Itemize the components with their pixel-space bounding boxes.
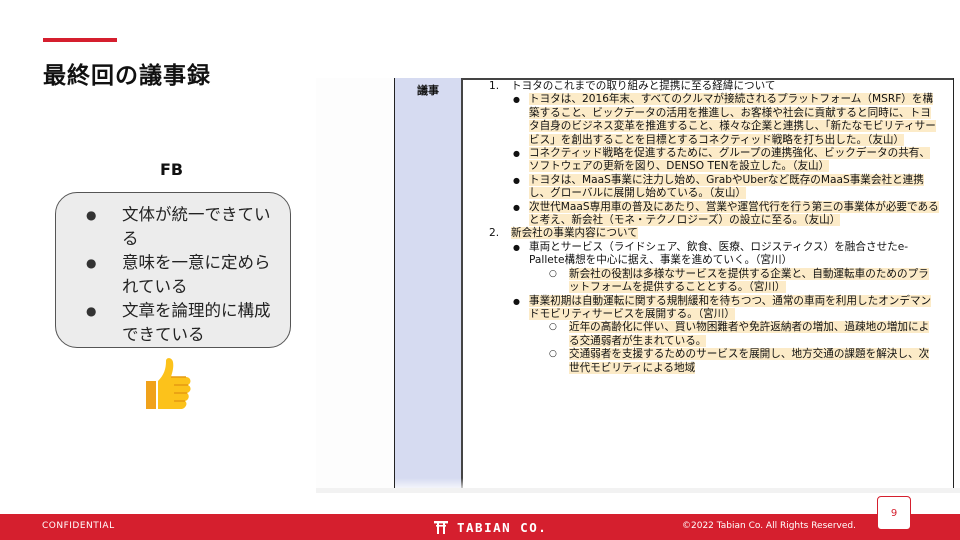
doc-side-label: 議事 — [417, 84, 439, 97]
doc-side-column: 議事 — [395, 78, 463, 492]
footer-bar: CONFIDENTIAL TABIAN CO. ©2022 Tabian Co.… — [0, 514, 960, 540]
page-number: 9 — [877, 496, 911, 530]
doc-sub-bullet: 新会社の役割は多様なサービスを提供する企業と、自動運転車のためのプラットフォーム… — [489, 267, 939, 295]
fb-list: 文体が統一できている 意味を一意に定められている 文章を論理的に構成できている — [56, 193, 290, 347]
page-title: 最終回の議事録 — [43, 63, 211, 89]
fb-item: 文章を論理的に構成できている — [82, 299, 278, 347]
brand-logo: TABIAN CO. — [433, 518, 547, 536]
brand-name: TABIAN CO. — [457, 519, 548, 535]
doc-bullet: トヨタは、MaaS事業に注力し始め、GrabやUberなど既存のMaaS事業会社… — [489, 173, 939, 201]
minutes-document-image: 議事 1.トヨタのこれまでの取り組みと提携に至る経緯について トヨタは、2016… — [316, 78, 960, 493]
copyright: ©2022 Tabian Co. All Rights Reserved. — [682, 521, 856, 531]
doc-bullet: 車両とサービス（ライドシェア、飲食、医療、ロジスティクス）を融合させたe-Pal… — [489, 241, 939, 268]
thumbs-up-icon — [146, 358, 191, 409]
doc-sub-bullet: 交通弱者を支援するためのサービスを展開し、地方交通の課題を解決し、次世代モビリテ… — [489, 348, 939, 375]
doc-bullet: 次世代MaaS専用車の普及にあたり、営業や運営代行を行う第三の事業体が必要である… — [489, 200, 939, 228]
doc-section-heading: 2. 新会社の事業内容について — [489, 227, 638, 240]
confidential-label: CONFIDENTIAL — [42, 521, 115, 531]
doc-table: 議事 1.トヨタのこれまでの取り組みと提携に至る経緯について トヨタは、2016… — [394, 78, 954, 493]
doc-sub-bullet: 近年の高齢化に伴い、買い物困難者や免許返納者の増加、過疎地の増加による交通弱者が… — [489, 321, 939, 348]
fb-label: FB — [160, 160, 184, 179]
fb-box: 文体が統一できている 意味を一意に定められている 文章を論理的に構成できている — [55, 192, 291, 348]
fb-item: 文体が統一できている — [82, 203, 278, 251]
title-accent-bar — [43, 38, 117, 42]
doc-bullet: 事業初期は自動運転に関する規制緩和を待ちつつ、通常の車両を利用したオンデマンドモ… — [489, 294, 939, 322]
torii-logo-icon — [434, 521, 448, 534]
doc-body: 1.トヨタのこれまでの取り組みと提携に至る経緯について トヨタは、2016年末、… — [489, 80, 939, 375]
doc-section-heading: 1. トヨタのこれまでの取り組みと提携に至る経緯について — [489, 80, 776, 92]
doc-bullet: コネクティッド戦略を促進するために、グループの連携強化、ビックデータの共有、ソフ… — [489, 147, 939, 174]
doc-bullet: トヨタは、2016年末、すべてのクルマが接続されるプラットフォーム（MSRF）を… — [489, 93, 939, 147]
fb-item: 意味を一意に定められている — [82, 251, 278, 299]
